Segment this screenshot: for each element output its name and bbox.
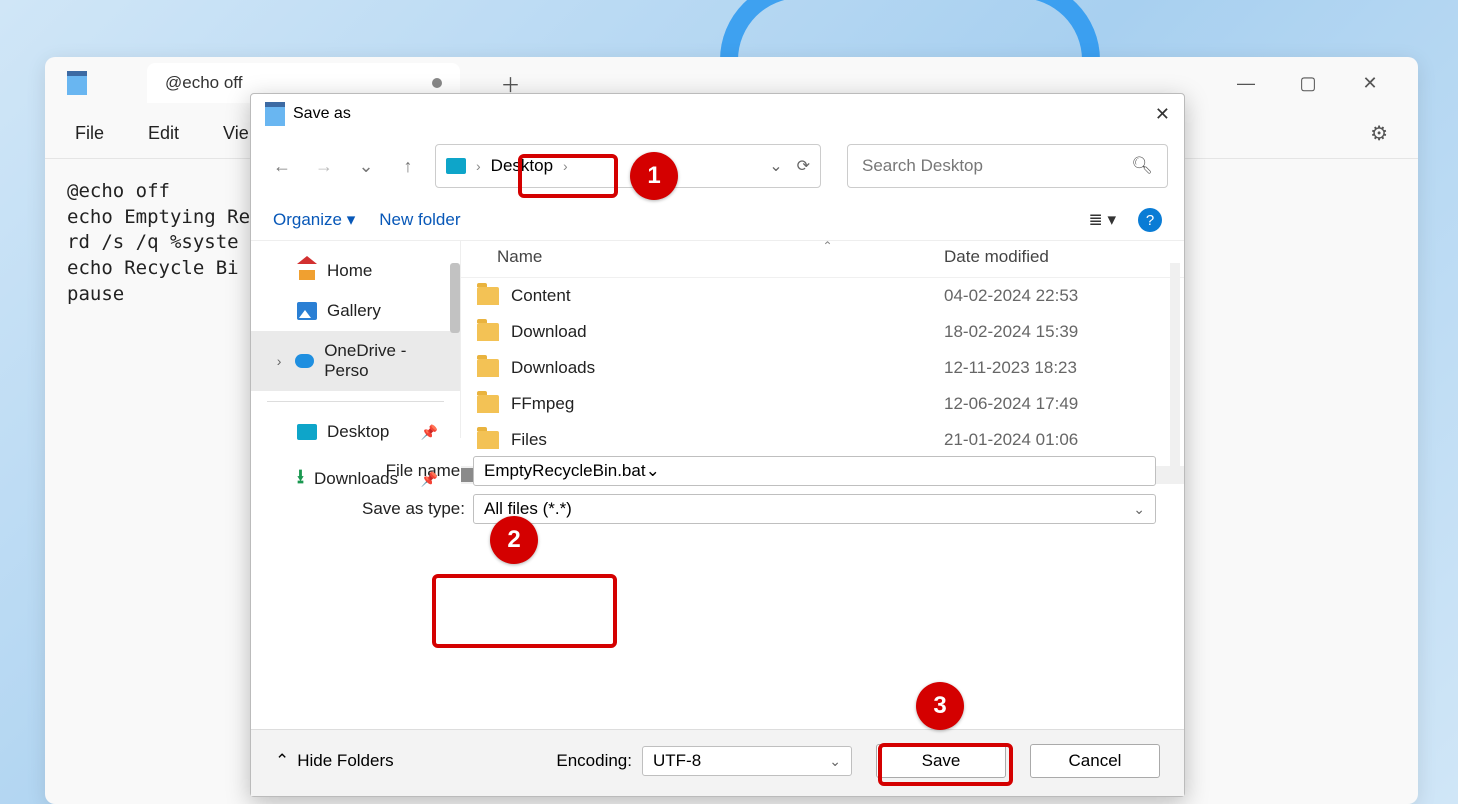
file-date: 18-02-2024 15:39 [944,322,1164,342]
tab-title: @echo off [165,73,242,93]
address-bar[interactable]: › Desktop › ⌄ ⟳ [435,144,821,188]
search-icon: 🔍︎ [1131,156,1153,176]
encoding-label: Encoding: [556,751,632,771]
chevron-right-icon: › [563,158,568,174]
dialog-navbar: ← → ⌄ ↑ › Desktop › ⌄ ⟳ Search Desktop 🔍… [251,134,1184,198]
search-placeholder: Search Desktop [862,156,983,176]
home-icon [297,262,317,280]
notepad-icon [265,102,285,126]
background-arc [720,0,1100,60]
file-list: ⌃ Name Date modified Content04-02-2024 2… [461,241,1184,438]
file-date: 04-02-2024 22:53 [944,286,1164,306]
file-row[interactable]: Download18-02-2024 15:39 [461,314,1184,350]
tab-modified-dot [432,78,442,88]
download-icon: ⭳ [297,462,304,496]
folder-icon [477,287,499,305]
sidebar-item-onedrive[interactable]: › OneDrive - Perso [251,331,460,391]
folder-icon [477,323,499,341]
forward-button[interactable]: → [309,151,339,181]
file-date: 12-11-2023 18:23 [944,358,1164,378]
chevron-right-icon[interactable]: › [273,353,285,369]
history-dropdown[interactable]: ⌄ [351,151,381,181]
file-row[interactable]: Content04-02-2024 22:53 [461,278,1184,314]
file-row[interactable]: Downloads12-11-2023 18:23 [461,350,1184,386]
save-as-dialog: Save as ✕ ← → ⌄ ↑ › Desktop › ⌄ ⟳ Search… [250,93,1185,797]
sidebar-item-desktop[interactable]: Desktop 📌 [251,412,460,452]
folder-icon [477,359,499,377]
dialog-toolbar: Organize ▾ New folder ≣ ▾ ? [251,198,1184,241]
folder-icon [477,431,499,449]
file-name: Files [511,430,944,450]
sidebar-item-home[interactable]: Home [251,251,460,291]
settings-gear-icon[interactable]: ⚙ [1370,121,1388,146]
address-dropdown-icon[interactable]: ⌄ [769,156,782,176]
minimize-button[interactable]: — [1226,73,1266,94]
list-header[interactable]: ⌃ Name Date modified [461,241,1184,278]
dropdown-icon[interactable]: ⌄ [829,753,841,770]
dialog-titlebar: Save as ✕ [251,94,1184,134]
file-date: 12-06-2024 17:49 [944,394,1164,414]
pin-icon: 📌 [421,424,438,441]
cancel-button[interactable]: Cancel [1030,744,1160,778]
sidebar-item-gallery[interactable]: Gallery [251,291,460,331]
file-date: 21-01-2024 01:06 [944,430,1164,450]
organize-menu[interactable]: Organize ▾ [273,210,355,230]
vertical-scrollbar[interactable] [1170,263,1180,483]
chevron-up-icon: ⌃ [275,751,289,771]
file-name: Content [511,286,944,306]
hide-folders-button[interactable]: ⌃ Hide Folders [275,751,394,771]
sidebar-item-downloads[interactable]: ⭳ Downloads 📌 [251,452,460,506]
dropdown-icon[interactable]: ⌄ [1133,501,1145,518]
dropdown-icon[interactable]: ⌄ [646,461,660,481]
encoding-select[interactable]: UTF-8 ⌄ [642,746,852,776]
new-folder-button[interactable]: New folder [379,210,460,230]
sidebar-divider [267,401,444,402]
file-name-input[interactable]: EmptyRecycleBin.bat ⌄ [473,456,1156,486]
file-name: FFmpeg [511,394,944,414]
pc-icon [446,158,466,174]
desktop-icon [297,424,317,440]
help-icon[interactable]: ? [1138,208,1162,232]
gallery-icon [297,302,317,320]
sort-asc-icon: ⌃ [823,239,833,253]
refresh-icon[interactable]: ⟳ [797,156,810,176]
folder-icon [477,395,499,413]
window-controls: — ▢ ✕ [1226,73,1418,94]
menu-view[interactable]: Vie [223,123,249,144]
back-button[interactable]: ← [267,151,297,181]
pin-icon: 📌 [421,471,438,488]
file-row[interactable]: FFmpeg12-06-2024 17:49 [461,386,1184,422]
maximize-button[interactable]: ▢ [1288,73,1328,94]
menu-file[interactable]: File [75,123,104,144]
up-button[interactable]: ↑ [393,151,423,181]
chevron-right-icon: › [476,158,481,174]
dialog-bottom-bar: ⌃ Hide Folders Encoding: UTF-8 ⌄ Save Ca… [251,729,1184,796]
file-name: Download [511,322,944,342]
save-button[interactable]: Save [876,744,1006,778]
file-name: Downloads [511,358,944,378]
close-icon[interactable]: ✕ [1155,104,1170,125]
close-button[interactable]: ✕ [1350,73,1390,94]
dialog-sidebar: Home Gallery › OneDrive - Perso Desktop … [251,241,461,438]
menu-edit[interactable]: Edit [148,123,179,144]
onedrive-icon [295,354,314,368]
file-row[interactable]: Files21-01-2024 01:06 [461,422,1184,458]
save-type-select[interactable]: All files (*.*) ⌄ [473,494,1156,524]
column-date[interactable]: Date modified [944,247,1164,267]
view-options-icon[interactable]: ≣ ▾ [1088,210,1116,230]
search-box[interactable]: Search Desktop 🔍︎ [847,144,1168,188]
dialog-title: Save as [293,105,351,123]
column-name[interactable]: Name [497,247,944,267]
breadcrumb-location[interactable]: Desktop [491,156,553,176]
notepad-icon [67,71,87,95]
